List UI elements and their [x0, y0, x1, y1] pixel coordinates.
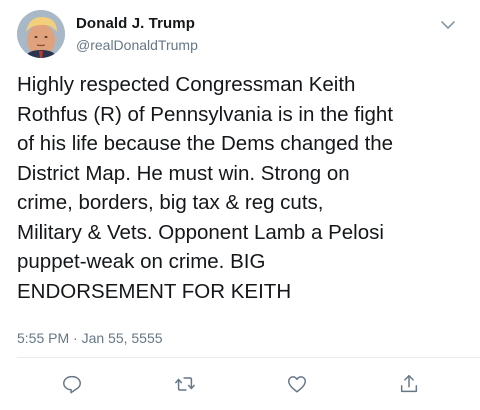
retweet-icon	[175, 377, 195, 391]
tweet-timestamp[interactable]: 5:55 PM · Jan 55, 5555	[17, 330, 163, 346]
divider	[17, 357, 480, 358]
user-handle[interactable]: @realDonaldTrump	[76, 37, 198, 53]
reply-icon	[63, 375, 81, 394]
reply-button[interactable]	[59, 372, 85, 396]
share-button[interactable]	[396, 372, 422, 396]
share-icon	[400, 375, 418, 393]
avatar[interactable]	[17, 10, 65, 58]
retweet-button[interactable]	[172, 372, 198, 396]
chevron-down-icon[interactable]	[440, 18, 456, 30]
avatar-image	[17, 10, 65, 58]
like-button[interactable]	[284, 372, 310, 396]
action-bar	[0, 368, 480, 398]
display-name[interactable]: Donald J. Trump	[76, 15, 195, 32]
heart-icon	[288, 376, 306, 393]
tweet-text: Highly respected Congressman Keith Rothf…	[17, 73, 394, 303]
tweet-card: Donald J. Trump @realDonaldTrump Highly …	[0, 0, 480, 410]
